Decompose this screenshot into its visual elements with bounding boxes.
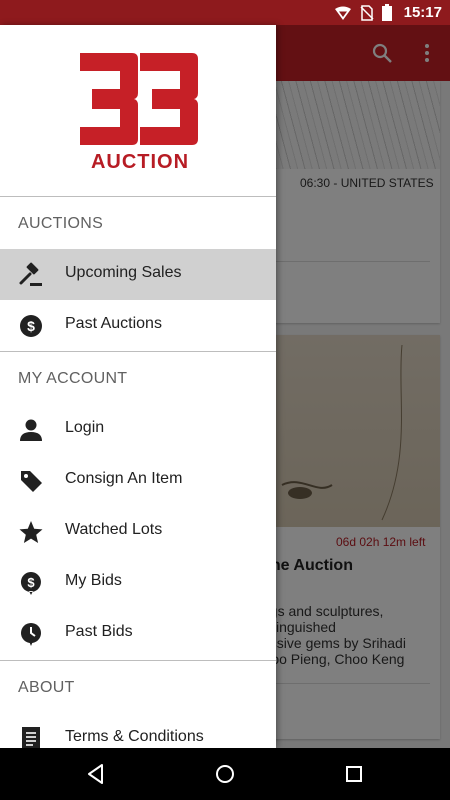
status-bar: 15:17: [0, 0, 450, 25]
status-time: 15:17: [403, 4, 442, 21]
section-header-my-account: MY ACCOUNT: [18, 370, 128, 387]
signal-icon: [334, 6, 351, 20]
drawer-divider: [0, 351, 276, 352]
menu-label: Past Auctions: [65, 315, 162, 332]
logo-numerals: [80, 53, 198, 145]
menu-label: Terms & Conditions: [65, 728, 204, 745]
tag-icon: [21, 471, 42, 492]
drawer-divider: [0, 196, 276, 197]
battery-icon: [381, 4, 392, 21]
menu-item-upcoming-sales[interactable]: Upcoming Sales: [0, 249, 276, 300]
menu-item-terms[interactable]: Terms & Conditions: [0, 713, 276, 748]
menu-item-consign[interactable]: Consign An Item: [0, 455, 276, 506]
menu-item-watched-lots[interactable]: Watched Lots: [0, 506, 276, 557]
person-icon: [20, 419, 42, 441]
status-icons: 15:17: [334, 0, 442, 25]
svg-text:$: $: [27, 318, 35, 334]
no-sim-icon: [360, 4, 374, 21]
menu-label: Upcoming Sales: [65, 264, 182, 281]
drawer-divider: [0, 660, 276, 661]
recents-icon[interactable]: [342, 762, 366, 786]
menu-item-past-bids[interactable]: Past Bids: [0, 608, 276, 659]
navigation-drawer: AUCTION AUCTIONS Upcoming Sales $ Past A…: [0, 25, 276, 748]
menu-label: Login: [65, 419, 105, 436]
menu-label: Past Bids: [65, 623, 133, 640]
home-icon[interactable]: [213, 762, 237, 786]
logo-wordmark: AUCTION: [90, 151, 190, 173]
document-icon: [22, 727, 40, 748]
menu-label: Watched Lots: [65, 521, 163, 538]
dollar-pin-icon: $: [20, 572, 41, 595]
dollar-coin-icon: $: [20, 315, 42, 337]
menu-label: My Bids: [65, 572, 122, 589]
section-header-auctions: AUCTIONS: [18, 215, 104, 232]
star-icon: [19, 521, 43, 543]
svg-text:$: $: [27, 575, 35, 590]
gavel-icon: [19, 262, 42, 286]
menu-item-past-auctions[interactable]: $ Past Auctions: [0, 300, 276, 351]
menu-item-login[interactable]: Login: [0, 404, 276, 455]
clock-pin-icon: [21, 623, 41, 646]
section-header-about: ABOUT: [18, 679, 75, 696]
back-icon[interactable]: [84, 762, 108, 786]
menu-label: Consign An Item: [65, 470, 183, 487]
logo: AUCTION: [0, 25, 276, 196]
menu-item-my-bids[interactable]: $ My Bids: [0, 557, 276, 608]
system-navigation-bar: [0, 748, 450, 800]
